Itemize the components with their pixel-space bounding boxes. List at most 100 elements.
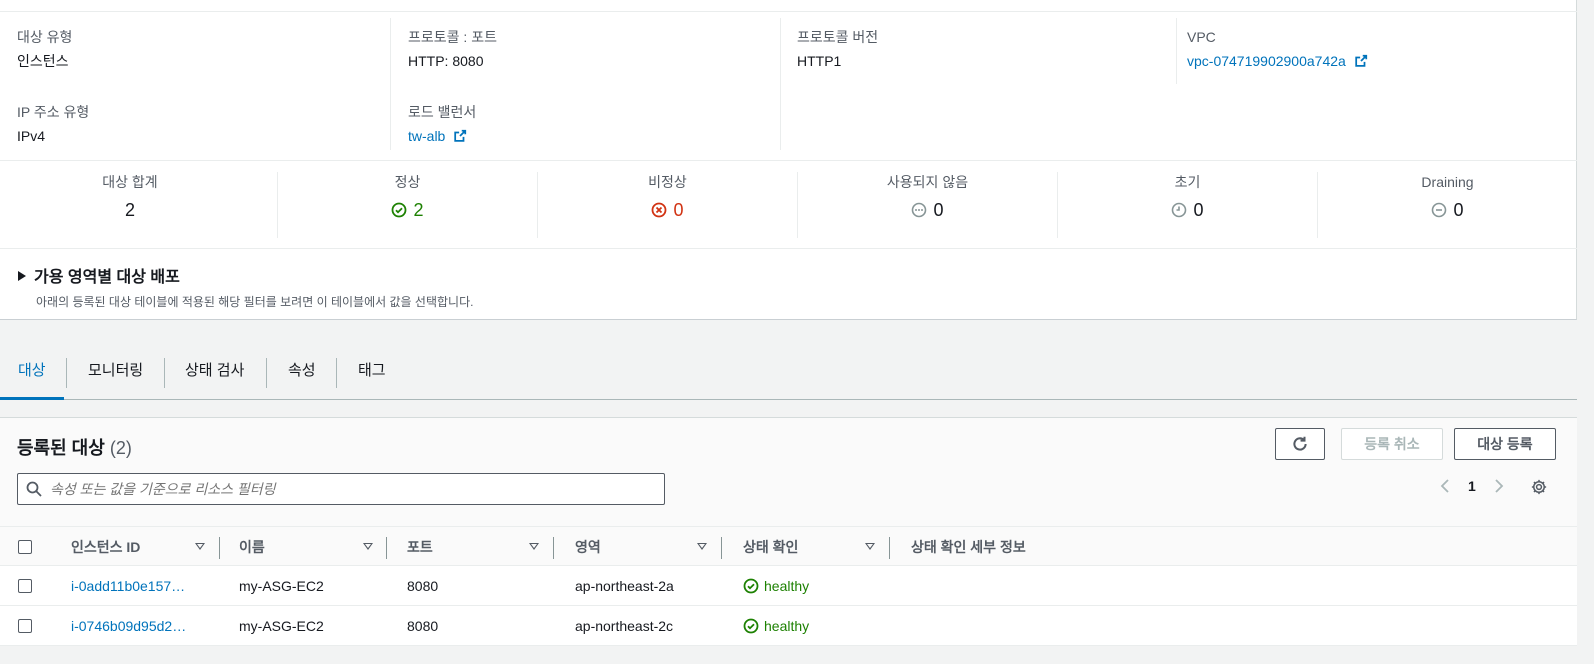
- filter-input[interactable]: [50, 481, 650, 497]
- sort-caret-icon[interactable]: [865, 543, 875, 550]
- deregister-button[interactable]: 등록 취소: [1341, 428, 1443, 460]
- gear-icon[interactable]: [1530, 478, 1548, 496]
- column-header-label: 인스턴스 ID: [71, 539, 141, 555]
- tab-separator: [66, 358, 67, 388]
- health-status-text: healthy: [764, 618, 810, 634]
- column-header-name[interactable]: 이름: [239, 527, 389, 567]
- row-checkbox[interactable]: [18, 579, 32, 593]
- instance-port: 8080: [407, 618, 439, 634]
- chevron-right-icon[interactable]: [1494, 478, 1504, 494]
- stat-label: 초기: [1174, 174, 1201, 190]
- health-status: healthy: [743, 606, 883, 646]
- instance-name: my-ASG-EC2: [239, 578, 324, 594]
- tab-monitoring[interactable]: 모니터링: [88, 350, 143, 400]
- stat-value: 0: [933, 200, 944, 220]
- column-resizer[interactable]: [889, 537, 890, 559]
- table-column-headers: 인스턴스 ID 이름 포트 영역 상태 확인 상태 확인 세부 정보: [0, 526, 1577, 566]
- az-distribution-section: 가용 영역별 대상 배포 아래의 등록된 대상 테이블에 적용된 해당 필터를 …: [18, 263, 473, 310]
- pagination: 1: [1440, 478, 1504, 494]
- column-resizer[interactable]: [386, 537, 387, 559]
- divider: [0, 160, 1577, 161]
- chevron-left-icon[interactable]: [1440, 478, 1450, 494]
- az-distribution-toggle[interactable]: 가용 영역별 대상 배포: [34, 269, 180, 286]
- stat-total: 대상 합계 2: [0, 172, 260, 238]
- column-header-label: 영역: [575, 539, 601, 555]
- sort-caret-icon[interactable]: [529, 543, 539, 550]
- column-resizer[interactable]: [219, 537, 220, 559]
- stat-value: 0: [673, 200, 684, 220]
- stat-value: 2: [413, 200, 424, 220]
- sort-caret-icon[interactable]: [697, 543, 707, 550]
- refresh-button[interactable]: [1275, 428, 1325, 460]
- external-link-icon[interactable]: [1354, 54, 1368, 68]
- tab-tags[interactable]: 태그: [358, 350, 386, 400]
- protocol-port-label: 프로토콜 : 포트: [408, 29, 497, 45]
- vpc-link[interactable]: vpc-074719902900a742a: [1187, 53, 1346, 69]
- clock-icon: [1172, 202, 1187, 218]
- column-header-health-status[interactable]: 상태 확인: [743, 527, 893, 567]
- details-column-4: VPC vpc-074719902900a742a: [1176, 18, 1556, 84]
- column-header-zone[interactable]: 영역: [575, 527, 725, 567]
- tab-health-checks[interactable]: 상태 검사: [185, 350, 244, 400]
- protocol-version-label: 프로토콜 버전: [797, 29, 879, 45]
- table-row[interactable]: i-0add11b0e157… my-ASG-EC2 8080 ap-north…: [0, 566, 1577, 606]
- stat-initial: 초기 0: [1057, 172, 1317, 238]
- stat-draining: Draining 0: [1317, 172, 1577, 238]
- column-header-label: 상태 확인: [743, 539, 799, 555]
- load-balancer-link[interactable]: tw-alb: [408, 128, 445, 144]
- select-all-checkbox[interactable]: [18, 540, 32, 554]
- stat-unused: 사용되지 않음 0: [797, 172, 1057, 238]
- ip-type-value: IPv4: [17, 128, 46, 144]
- target-type-label: 대상 유형: [17, 29, 73, 45]
- stat-unhealthy: 비정상 0: [537, 172, 797, 238]
- tab-attributes[interactable]: 속성: [288, 350, 316, 400]
- ip-type-label: IP 주소 유형: [17, 104, 90, 120]
- stat-value: 0: [1453, 200, 1464, 220]
- registered-targets-panel: 등록된 대상 (2) 등록 취소 대상 등록 1 인스턴스 ID 이름 포트 영…: [0, 417, 1577, 646]
- external-link-icon[interactable]: [453, 129, 467, 143]
- page-number[interactable]: 1: [1468, 478, 1476, 494]
- sort-caret-icon[interactable]: [363, 543, 373, 550]
- row-checkbox[interactable]: [18, 619, 32, 633]
- instance-zone: ap-northeast-2a: [575, 578, 674, 594]
- protocol-port-value: HTTP: 8080: [408, 53, 484, 69]
- tab-separator: [164, 358, 165, 388]
- table-title-text: 등록된 대상: [17, 438, 105, 458]
- column-resizer[interactable]: [553, 537, 554, 559]
- column-header-health-details[interactable]: 상태 확인 세부 정보: [911, 527, 1211, 567]
- table-title: 등록된 대상 (2): [17, 434, 132, 460]
- stat-label: 정상: [394, 174, 421, 190]
- tab-targets[interactable]: 대상: [0, 350, 64, 400]
- instance-id-link[interactable]: i-0746b09d95d2…: [71, 606, 196, 646]
- sort-caret-icon[interactable]: [195, 543, 205, 550]
- register-targets-button[interactable]: 대상 등록: [1454, 428, 1556, 460]
- load-balancer-label: 로드 밸런서: [408, 104, 477, 120]
- table-header-area: 등록된 대상 (2) 등록 취소 대상 등록 1: [0, 418, 1577, 526]
- minus-circle-icon: [1432, 202, 1447, 218]
- stat-healthy: 정상 2: [277, 172, 537, 238]
- health-status-text: healthy: [764, 578, 810, 594]
- stat-label: 대상 합계: [102, 174, 158, 190]
- check-circle-icon: [743, 578, 759, 594]
- column-resizer[interactable]: [721, 537, 722, 559]
- filter-search-box[interactable]: [17, 473, 665, 505]
- tab-bar: 대상 모니터링 상태 검사 속성 태그: [0, 350, 1577, 400]
- column-header-instance-id[interactable]: 인스턴스 ID: [71, 527, 221, 567]
- expand-caret-icon[interactable]: [18, 271, 26, 281]
- stat-value: 2: [124, 200, 135, 220]
- az-distribution-description: 아래의 등록된 대상 테이블에 적용된 해당 필터를 보려면 이 테이블에서 값…: [36, 295, 474, 309]
- check-circle-icon: [743, 618, 759, 634]
- column-header-label: 상태 확인 세부 정보: [911, 539, 1026, 555]
- protocol-version-value: HTTP1: [797, 53, 842, 69]
- column-header-port[interactable]: 포트: [407, 527, 557, 567]
- instance-port: 8080: [407, 578, 439, 594]
- refresh-icon: [1293, 436, 1307, 451]
- stat-label: Draining: [1421, 174, 1474, 190]
- table-row[interactable]: i-0746b09d95d2… my-ASG-EC2 8080 ap-north…: [0, 606, 1577, 646]
- error-circle-icon: [652, 202, 667, 218]
- vpc-label: VPC: [1187, 29, 1216, 45]
- tab-separator: [336, 358, 337, 388]
- instance-name: my-ASG-EC2: [239, 618, 324, 634]
- table-count: (2): [109, 438, 132, 458]
- instance-id-link[interactable]: i-0add11b0e157…: [71, 566, 196, 606]
